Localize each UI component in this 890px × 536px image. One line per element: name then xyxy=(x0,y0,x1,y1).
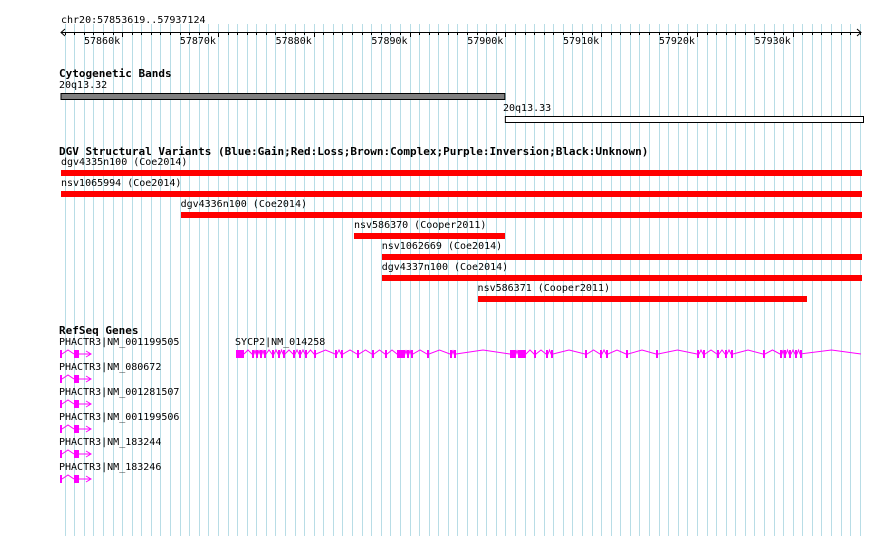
sycp2-exon xyxy=(411,350,413,358)
exon xyxy=(60,475,62,483)
sycp2-exon xyxy=(278,350,280,358)
sycp2-exon xyxy=(385,350,387,358)
sycp2-exon xyxy=(518,350,526,358)
intron xyxy=(61,474,75,480)
sycp2-exon xyxy=(789,350,791,358)
sycp2-exon xyxy=(784,350,786,358)
sycp2-exon xyxy=(236,350,244,358)
exon xyxy=(74,400,79,408)
sycp2-exon xyxy=(256,350,258,358)
sycp2-exon xyxy=(299,350,301,358)
sycp2-exon xyxy=(600,350,602,358)
genome-browser-panel: chr20:57853619..57937124 57860k 57870k 578… xyxy=(0,0,890,536)
sycp2-exon xyxy=(551,350,553,358)
intron xyxy=(61,374,75,380)
sycp2-exon xyxy=(427,350,429,358)
intron xyxy=(61,424,75,430)
sycp2-exon xyxy=(272,350,274,358)
refseq-gene-model[interactable] xyxy=(58,397,118,411)
sycp2-exon xyxy=(341,350,343,358)
exon xyxy=(60,425,62,433)
sycp2-exon xyxy=(335,350,337,358)
exon xyxy=(60,375,62,383)
sycp2-exon xyxy=(510,350,516,358)
intron xyxy=(61,399,75,405)
sycp2-exon xyxy=(585,350,587,358)
sycp2-exon xyxy=(626,350,628,358)
exon xyxy=(74,425,79,433)
sycp2-exon xyxy=(731,350,733,358)
exon xyxy=(74,475,79,483)
sycp2-gene-model[interactable] xyxy=(0,344,890,364)
refseq-gene-track: PHACTR3|NM_001199505 PHACTR3|NM_080672 PHA… xyxy=(0,0,890,536)
sycp2-exon xyxy=(454,350,456,358)
refseq-gene-model[interactable] xyxy=(58,472,118,486)
sycp2-exon xyxy=(717,350,719,358)
sycp2-exon xyxy=(780,350,782,358)
exon xyxy=(74,375,79,383)
sycp2-exon xyxy=(703,350,705,358)
intron xyxy=(61,449,75,455)
sycp2-exon xyxy=(397,350,405,358)
sycp2-exon xyxy=(800,350,802,358)
sycp2-exon xyxy=(606,350,608,358)
sycp2-exon xyxy=(260,350,262,358)
sycp2-exon xyxy=(534,350,536,358)
sycp2-exon xyxy=(725,350,727,358)
refseq-gene-model[interactable] xyxy=(58,422,118,436)
exon xyxy=(60,400,62,408)
sycp2-exon xyxy=(372,350,374,358)
sycp2-exon xyxy=(252,350,254,358)
refseq-gene-model[interactable] xyxy=(58,372,118,386)
sycp2-exon xyxy=(264,350,266,358)
sycp2-exon xyxy=(305,350,307,358)
exon xyxy=(60,450,62,458)
sycp2-exon xyxy=(546,350,548,358)
sycp2-exon xyxy=(697,350,699,358)
exon xyxy=(74,450,79,458)
sycp2-exon xyxy=(450,350,452,358)
sycp2-exon xyxy=(795,350,797,358)
sycp2-exon xyxy=(293,350,295,358)
sycp2-exon xyxy=(283,350,285,358)
sycp2-exon xyxy=(656,350,658,358)
refseq-gene-model[interactable] xyxy=(58,447,118,461)
sycp2-exon xyxy=(763,350,765,358)
sycp2-exon xyxy=(407,350,409,358)
sycp2-exon xyxy=(357,350,359,358)
sycp2-exon xyxy=(314,350,316,358)
